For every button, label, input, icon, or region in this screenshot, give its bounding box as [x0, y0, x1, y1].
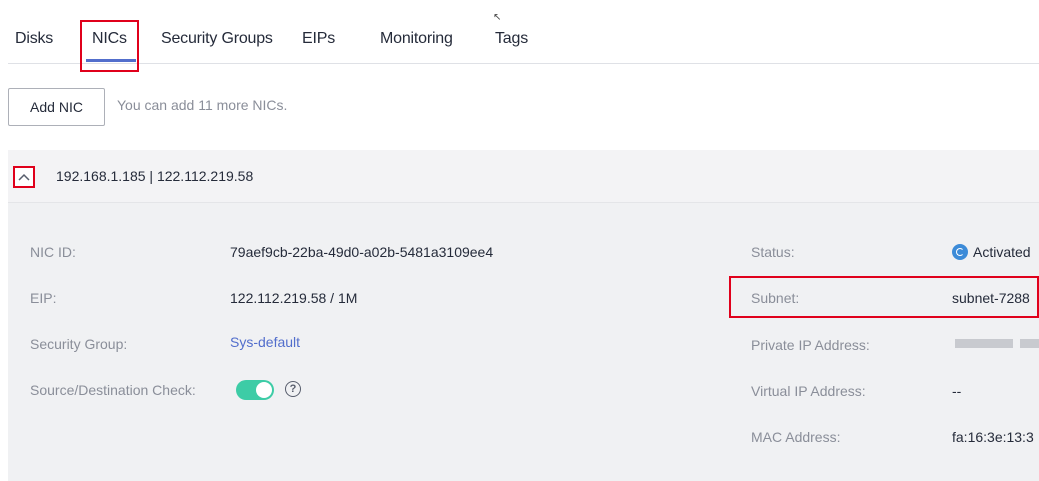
subnet-label: Subnet:	[751, 290, 800, 306]
tab-nics[interactable]: NICs	[92, 30, 127, 48]
add-nic-hint: You can add 11 more NICs.	[117, 97, 288, 113]
activated-status-icon	[952, 244, 968, 260]
status-value: Activated	[973, 244, 1031, 260]
security-group-label: Security Group:	[30, 336, 128, 352]
collapse-toggle[interactable]	[13, 166, 35, 188]
add-nic-button[interactable]: Add NIC	[8, 88, 105, 126]
chevron-up-icon	[18, 173, 30, 181]
security-group-link[interactable]: Sys-default	[230, 334, 300, 350]
private-ip-label: Private IP Address:	[751, 337, 870, 353]
private-ip-masked	[955, 339, 1013, 348]
private-ip-masked-2	[1020, 339, 1039, 348]
status-label: Status:	[751, 244, 795, 260]
source-destination-check-toggle[interactable]	[236, 380, 274, 400]
tab-tags[interactable]: Tags	[495, 30, 528, 48]
virtual-ip-value: --	[952, 383, 962, 399]
nic-details-panel	[8, 202, 1039, 481]
help-circle-icon[interactable]: ?	[285, 381, 301, 397]
tab-bar: Disks NICs Security Groups EIPs Monitori…	[0, 0, 1039, 64]
subnet-value: subnet-7288	[952, 290, 1030, 306]
mac-address-label: MAC Address:	[751, 429, 841, 445]
nic-title: 192.168.1.185 | 122.112.219.58	[56, 168, 254, 184]
eip-label: EIP:	[30, 290, 57, 306]
eip-value: 122.112.219.58 / 1M	[230, 290, 358, 306]
nic-id-label: NIC ID:	[30, 244, 76, 260]
mac-address-value: fa:16:3e:13:3	[952, 429, 1034, 445]
active-tab-indicator	[86, 59, 136, 62]
tab-eips[interactable]: EIPs	[302, 30, 335, 48]
tab-disks[interactable]: Disks	[15, 30, 53, 48]
toggle-knob	[256, 382, 272, 398]
cursor-icon: ↖	[493, 12, 502, 23]
tab-divider	[8, 63, 1039, 64]
nic-id-value: 79aef9cb-22ba-49d0-a02b-5481a3109ee4	[230, 244, 494, 260]
virtual-ip-label: Virtual IP Address:	[751, 383, 866, 399]
source-destination-check-label: Source/Destination Check:	[30, 382, 196, 398]
tab-security-groups[interactable]: Security Groups	[161, 30, 273, 48]
tab-monitoring[interactable]: Monitoring	[380, 30, 453, 48]
